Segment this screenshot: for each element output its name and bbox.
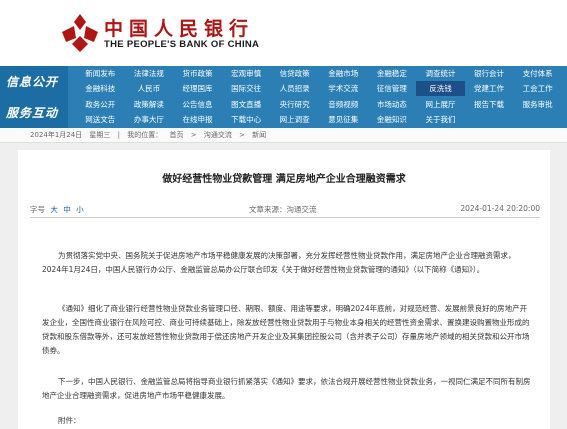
nav-item[interactable]: 金融知识	[368, 112, 417, 127]
nav-row-1: 新闻发布 法律法规 货币政策 宏观审慎 信贷政策 金融市场 金融稳定 调查统计 银行会计 支付体系	[76, 66, 567, 81]
nav-item[interactable]: 支付体系	[513, 66, 562, 81]
current-weekday: 星期三	[89, 131, 111, 139]
nav-item[interactable]: 关于我们	[416, 112, 465, 127]
nav-item[interactable]: 反洗钱	[416, 81, 465, 96]
nav-item[interactable]: 信贷政策	[270, 66, 319, 81]
nav-item[interactable]: 政策解读	[125, 97, 174, 112]
nav-item[interactable]: 在线申报	[173, 112, 222, 127]
nav-item[interactable]: 调查统计	[416, 66, 465, 81]
nav-row-3: 政务公开 政策解读 公告信息 图文直播 央行研究 音频视频 市场动态 网上展厅 报告下载 服务审批	[76, 97, 567, 112]
nav-item[interactable]: 征信管理	[368, 81, 417, 96]
breadcrumb-sep: |	[117, 131, 121, 139]
site-title-en: THE PEOPLE'S BANK OF CHINA	[104, 39, 260, 50]
article-source: 文章来源：沟通交流	[249, 204, 317, 215]
nav-item[interactable]: 国际交往	[222, 81, 271, 96]
nav-item[interactable]: 政务公开	[76, 97, 125, 112]
breadcrumb-sep: >	[190, 131, 197, 139]
article-paragraph-3-text: 下一步，中国人民银行、金融监管总局将指导商业银行抓紧落实《通知》要求，依法合规开…	[42, 377, 531, 400]
nav-item[interactable]: 经理国库	[173, 81, 222, 96]
nav-item[interactable]: 法律法规	[125, 66, 174, 81]
pboc-logo-icon[interactable]	[58, 12, 102, 54]
article-paragraph-1-text: 为贯彻落实党中央、国务院关于促进房地产市场平稳健康发展的决策部署，充分发挥经营性…	[42, 251, 516, 274]
font-size-label: 字号	[30, 205, 45, 214]
nav-item[interactable]: 金融科技	[76, 81, 125, 96]
article-paragraph-2: 《通知》细化了商业银行经营性物业贷款业务管理口径、期限、额度、用途等要求，明确2…	[42, 302, 534, 358]
nav-section-service: 服务互动	[0, 97, 68, 128]
article-paragraph-2-text: 《通知》细化了商业银行经营性物业贷款业务管理口径、期限、额度、用途等要求，明确2…	[42, 304, 530, 355]
nav-item[interactable]: 意见征集	[319, 112, 368, 127]
article-source-label: 文章来源：	[249, 205, 287, 214]
font-size-switcher: 字号 大 中 小	[30, 204, 84, 215]
breadcrumb: 2024年1月24日 星期三 | 我的位置： 首页 > 沟通交流 > 新闻	[0, 128, 567, 143]
nav-item[interactable]: 网送文告	[76, 112, 125, 127]
nav-section-info-title: 信息公开	[6, 75, 59, 89]
breadcrumb-item-news[interactable]: 新闻	[252, 131, 266, 139]
nav-row-2: 金融科技 人民币 经理国库 国际交往 人员招录 学术交流 征信管理 反洗钱 党建工作 工会工作	[76, 81, 567, 96]
meta-divider	[30, 217, 540, 218]
nav-item[interactable]: 央行研究	[270, 97, 319, 112]
article-card: 做好经营性物业贷款管理 满足房地产企业合理融资需求 字号 大 中 小 文章来源：…	[18, 150, 550, 429]
breadcrumb-label: 我的位置：	[127, 131, 163, 139]
nav-item[interactable]: 公告信息	[173, 97, 222, 112]
article-source-value: 沟通交流	[286, 205, 317, 214]
font-size-small[interactable]: 小	[76, 205, 84, 214]
main-nav: 信息公开 服务互动 新闻发布 法律法规 货币政策 宏观审慎 信贷政策 金融市场 金融稳定 调查…	[0, 66, 567, 128]
nav-section-info: 信息公开	[0, 66, 68, 97]
nav-item[interactable]: 货币政策	[173, 66, 222, 81]
breadcrumb-item-home[interactable]: 首页	[169, 131, 183, 139]
nav-item	[513, 112, 562, 127]
current-date: 2024年1月24日	[30, 131, 83, 139]
article-meta: 字号 大 中 小 文章来源：沟通交流 2024-01-24 20:20:00	[30, 204, 540, 216]
nav-item[interactable]: 人员招录	[270, 81, 319, 96]
nav-item[interactable]: 市场动态	[368, 97, 417, 112]
article-datetime: 2024-01-24 20:20:00	[460, 204, 540, 213]
nav-item[interactable]: 党建工作	[465, 81, 514, 96]
page: 中国人民银行 THE PEOPLE'S BANK OF CHINA 信息公开 服…	[0, 0, 567, 429]
nav-item[interactable]: 网上展厅	[416, 97, 465, 112]
nav-item[interactable]: 金融稳定	[368, 66, 417, 81]
font-size-large[interactable]: 大	[50, 205, 58, 214]
nav-item[interactable]: 音频视频	[319, 97, 368, 112]
nav-item[interactable]: 银行会计	[465, 66, 514, 81]
nav-item[interactable]: 人民币	[125, 81, 174, 96]
site-header: 中国人民银行 THE PEOPLE'S BANK OF CHINA	[0, 0, 567, 66]
breadcrumb-sep: >	[239, 131, 245, 139]
nav-item[interactable]: 网上调查	[270, 112, 319, 127]
nav-item[interactable]: 办事大厅	[125, 112, 174, 127]
article-attachment-label: 附件：	[58, 416, 81, 425]
article-paragraph-1: 为贯彻落实党中央、国务院关于促进房地产市场平稳健康发展的决策部署，充分发挥经营性…	[42, 249, 534, 277]
font-size-medium[interactable]: 中	[63, 205, 71, 214]
article-title: 做好经营性物业贷款管理 满足房地产企业合理融资需求	[162, 174, 406, 185]
nav-item[interactable]: 工会工作	[513, 81, 562, 96]
nav-item	[465, 112, 514, 127]
article-attachment: 附件：	[42, 414, 534, 428]
nav-row-4: 网送文告 办事大厅 在线申报 下载中心 网上调查 意见征集 金融知识 关于我们	[76, 112, 567, 127]
nav-item[interactable]: 服务审批	[513, 97, 562, 112]
nav-item[interactable]: 学术交流	[319, 81, 368, 96]
nav-item[interactable]: 宏观审慎	[222, 66, 271, 81]
nav-item[interactable]: 下载中心	[222, 112, 271, 127]
nav-item[interactable]: 图文直播	[222, 97, 271, 112]
breadcrumb-item-communication[interactable]: 沟通交流	[204, 131, 232, 139]
article-paragraph-3: 下一步，中国人民银行、金融监管总局将指导商业银行抓紧落实《通知》要求，依法合规开…	[42, 375, 534, 403]
nav-section-service-title: 服务互动	[6, 106, 59, 120]
nav-item[interactable]: 报告下载	[465, 97, 514, 112]
site-title-cn: 中国人民银行	[104, 18, 255, 40]
nav-item[interactable]: 金融市场	[319, 66, 368, 81]
nav-item[interactable]: 新闻发布	[76, 66, 125, 81]
